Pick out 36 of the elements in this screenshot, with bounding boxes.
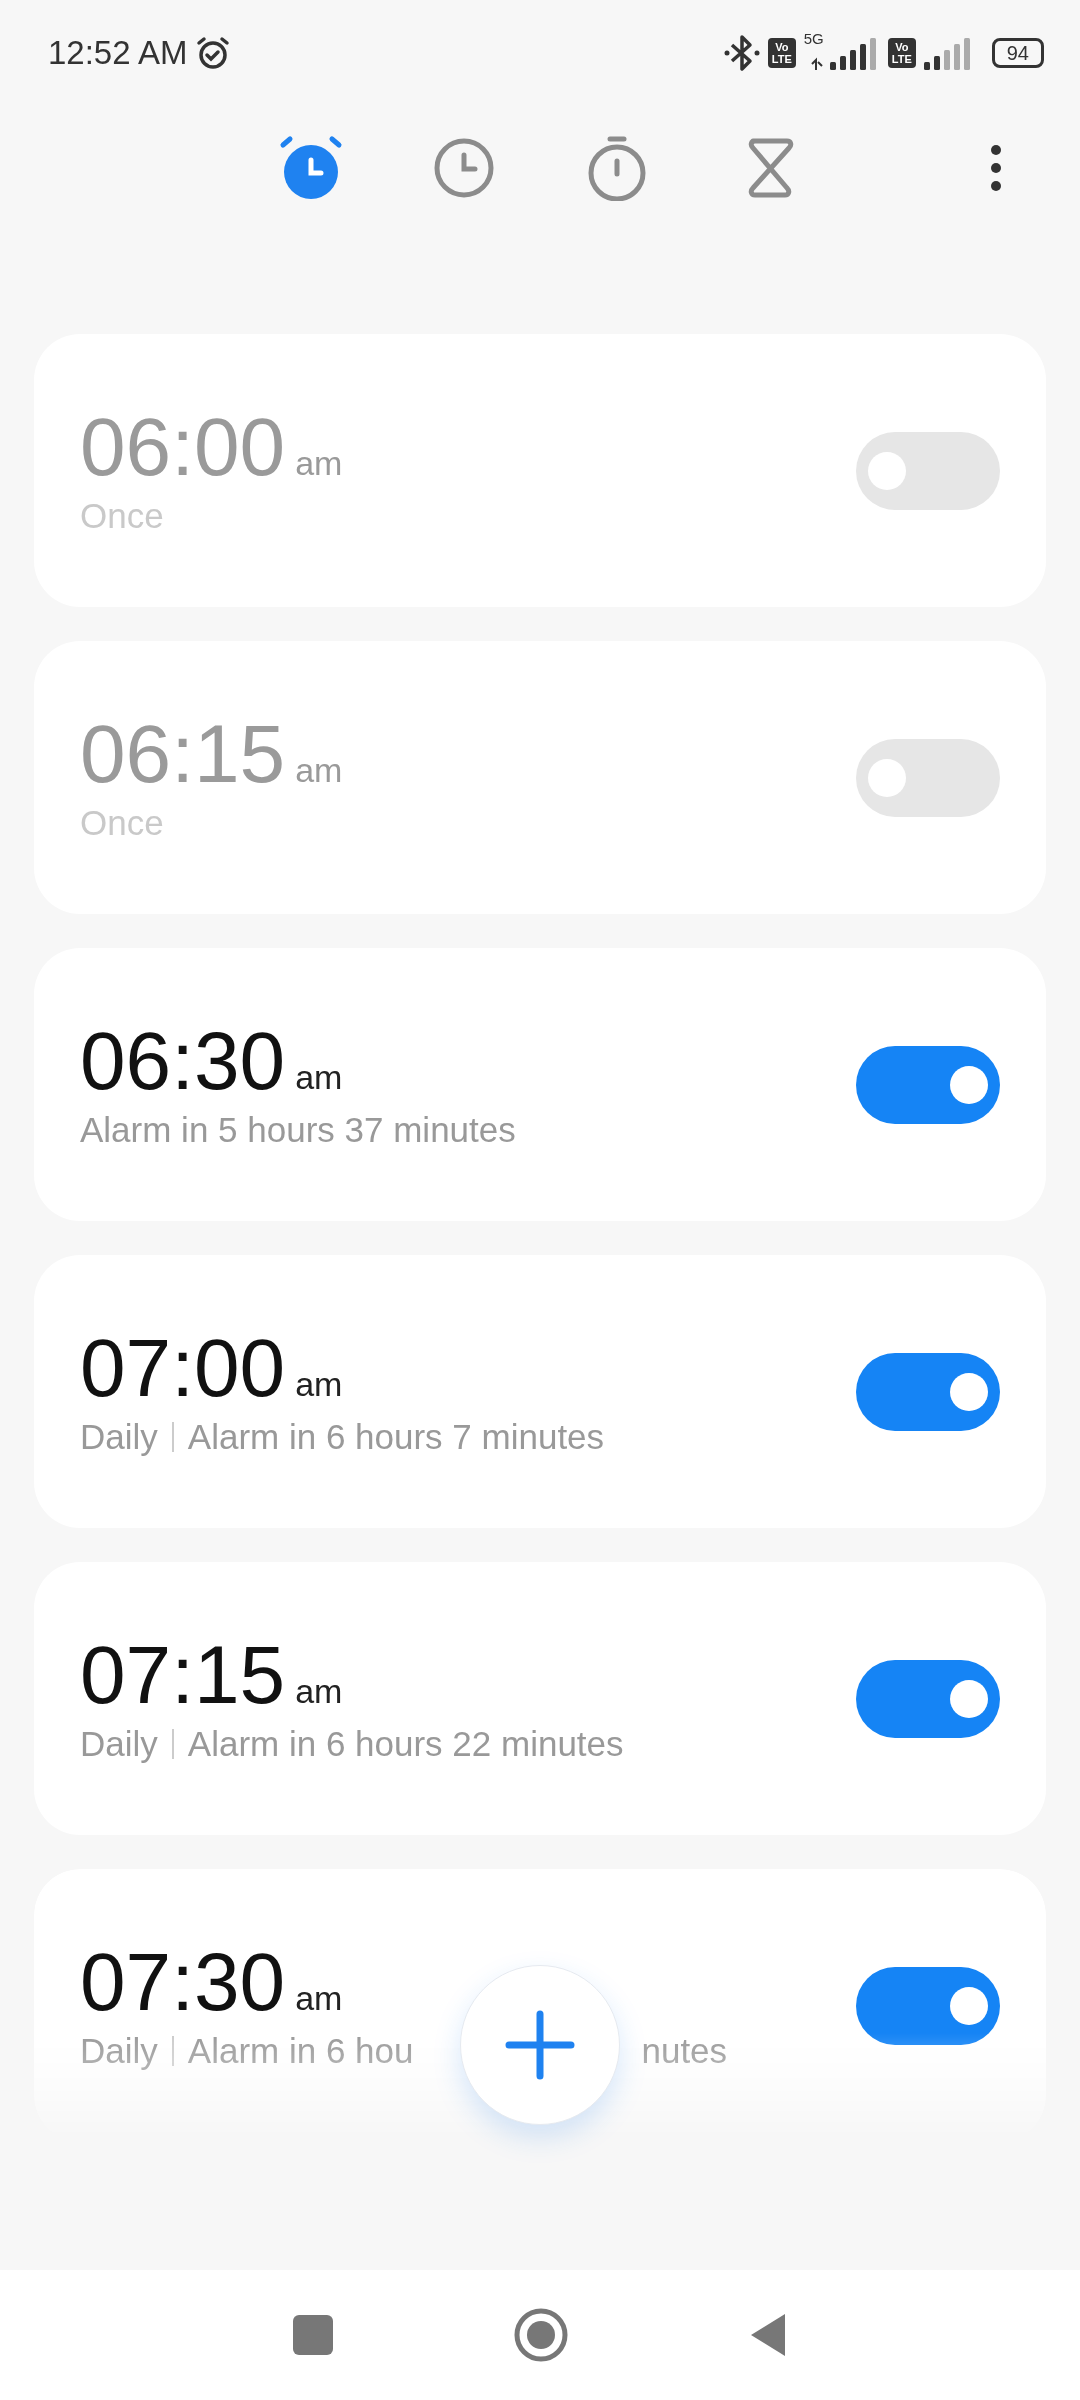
alarm-period: am bbox=[295, 1057, 343, 1097]
volte-badge: Vo LTE bbox=[767, 38, 796, 68]
alarm-repeat: Daily bbox=[80, 1723, 158, 1764]
volte-badge: Vo LTE bbox=[887, 38, 916, 68]
more-icon bbox=[990, 144, 1002, 192]
alarm-countdown: Alarm in 6 hou bbox=[187, 2030, 414, 2071]
battery-indicator: 94 bbox=[991, 38, 1044, 68]
alarm-time: 06:30 bbox=[80, 1019, 286, 1102]
alarm-card[interactable]: 07:15 am Daily Alarm in 6 hours 22 minutes bbox=[34, 1562, 1046, 1835]
alarm-clock-icon bbox=[278, 135, 344, 201]
alarm-period: am bbox=[295, 1671, 343, 1711]
alarm-period: am bbox=[295, 1978, 343, 2018]
alarm-period: am bbox=[295, 1364, 343, 1404]
alarm-countdown: Alarm in 5 hours 37 minutes bbox=[80, 1109, 516, 1150]
alarm-repeat: Daily bbox=[80, 2030, 158, 2071]
alarm-time: 06:00 bbox=[80, 405, 286, 488]
stopwatch-icon bbox=[586, 135, 648, 201]
alarm-countdown: Alarm in 6 hours 22 minutes bbox=[187, 1723, 624, 1764]
alarm-time: 07:30 bbox=[80, 1940, 286, 2023]
alarm-period: am bbox=[295, 443, 343, 483]
status-time: 12:52 AM bbox=[48, 34, 188, 72]
alarm-countdown: Alarm in 6 hours 7 minutes bbox=[187, 1416, 605, 1457]
alarm-repeat: Daily bbox=[80, 1416, 158, 1457]
back-triangle-icon[interactable] bbox=[749, 2312, 787, 2358]
alarm-time: 07:15 bbox=[80, 1633, 286, 1716]
bluetooth-icon bbox=[723, 34, 760, 72]
alarm-card[interactable]: 07:00 am Daily Alarm in 6 hours 7 minutes bbox=[34, 1255, 1046, 1528]
alarm-time: 07:00 bbox=[80, 1326, 286, 1409]
alarm-countdown: nutes bbox=[641, 2030, 728, 2071]
alarm-period: am bbox=[295, 750, 343, 790]
alarm-card[interactable]: 06:30 am Alarm in 5 hours 37 minutes bbox=[34, 948, 1046, 1221]
plus-icon bbox=[505, 2010, 575, 2080]
home-circle-icon[interactable] bbox=[513, 2307, 569, 2363]
network-type: 5G bbox=[803, 30, 824, 47]
alarm-time: 06:15 bbox=[80, 712, 286, 795]
clock-icon bbox=[433, 137, 495, 199]
